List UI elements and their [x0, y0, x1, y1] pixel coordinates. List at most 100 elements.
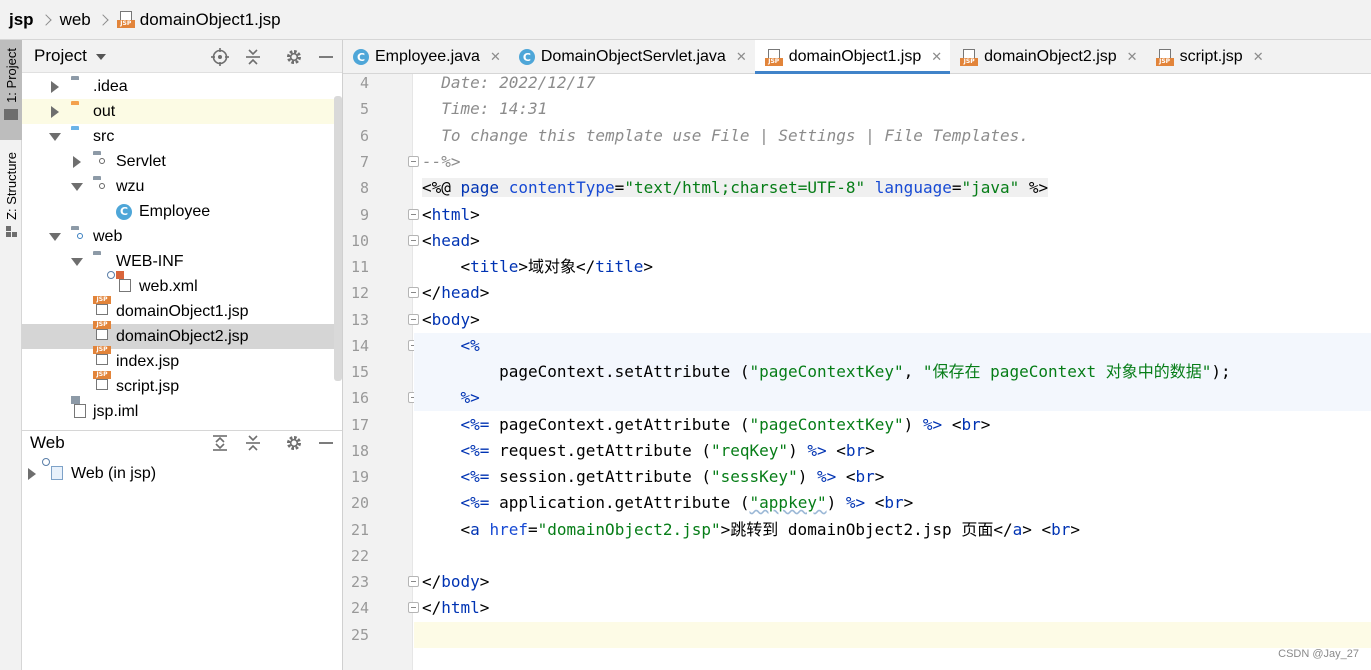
- code-token: </: [422, 572, 442, 591]
- tree-item-domainobject1[interactable]: JSP domainObject1.jsp: [22, 295, 343, 324]
- code-token: %>: [845, 493, 866, 512]
- locate-target-icon[interactable]: [210, 47, 230, 67]
- code-token: head: [441, 283, 480, 302]
- expand-arrow-icon[interactable]: [26, 467, 38, 480]
- collapse-arrow-icon[interactable]: [71, 256, 83, 268]
- tree-item-servlet[interactable]: Servlet: [22, 149, 343, 174]
- tree-item-label: script.jsp: [116, 377, 180, 395]
- code-token: <: [422, 310, 432, 329]
- tree-item-label: domainObject1.jsp: [116, 302, 249, 320]
- gear-icon[interactable]: [284, 47, 304, 67]
- fold-marker-icon[interactable]: [408, 209, 419, 220]
- code-token: <%=: [422, 415, 490, 434]
- tab-domainobject2-jsp[interactable]: JSP domainObject2.jsp ✕: [950, 40, 1145, 74]
- expand-arrow-icon[interactable]: [71, 155, 83, 168]
- tree-item-label: index.jsp: [116, 352, 180, 370]
- code-token: %>: [922, 415, 943, 434]
- breadcrumb-project[interactable]: jsp: [9, 10, 34, 30]
- collapse-arrow-icon[interactable]: [71, 181, 83, 193]
- code-token: <: [836, 467, 856, 486]
- code-line-11: <title>域对象</title>: [422, 254, 654, 280]
- tree-item-web-inf[interactable]: WEB-INF: [22, 249, 343, 274]
- fold-marker-icon[interactable]: [408, 156, 419, 167]
- scriptlet-highlight: [414, 333, 1371, 359]
- code-line-15: pageContext.setAttribute ("pageContextKe…: [422, 359, 1231, 385]
- project-panel: Project .idea out src Servlet wzu C Empl…: [22, 40, 343, 430]
- code-token: ): [903, 415, 923, 434]
- close-icon[interactable]: ✕: [736, 49, 747, 65]
- tree-item-employee[interactable]: C Employee: [22, 199, 343, 224]
- close-icon[interactable]: ✕: [1127, 49, 1138, 65]
- close-icon[interactable]: ✕: [490, 49, 501, 65]
- tree-item-web[interactable]: web: [22, 224, 343, 249]
- tab-script-jsp[interactable]: JSP script.jsp ✕: [1146, 40, 1272, 74]
- tree-item-domainobject2[interactable]: JSP domainObject2.jsp: [22, 320, 343, 349]
- collapse-all-icon[interactable]: [243, 433, 263, 453]
- expand-all-icon[interactable]: [210, 433, 230, 453]
- code-editor[interactable]: 4 5 6 7 8 9 10 11 12 13 14 15 16 17 18 1…: [343, 74, 1371, 670]
- collapse-arrow-icon[interactable]: [49, 131, 61, 143]
- tree-item-idea[interactable]: .idea: [22, 74, 343, 99]
- expand-arrow-icon[interactable]: [49, 105, 61, 118]
- code-token: > <: [1022, 520, 1052, 539]
- folder-orange-icon: [71, 104, 89, 120]
- tool-window-strip: 1: Project Z: Structure: [0, 40, 22, 670]
- dropdown-arrow-icon[interactable]: [95, 54, 106, 60]
- tab-employee-java[interactable]: C Employee.java ✕: [343, 40, 509, 74]
- code-token: "sessKey": [711, 467, 798, 486]
- tree-item-wzu[interactable]: wzu: [22, 174, 343, 199]
- code-line-6: To change this template use File | Setti…: [422, 126, 1029, 145]
- structure-tool-tab-label: Z: Structure: [3, 152, 19, 220]
- collapse-all-icon[interactable]: [243, 47, 263, 67]
- fold-marker-icon[interactable]: [408, 235, 419, 246]
- line-number: 23: [350, 573, 369, 591]
- code-line-12: </head>: [422, 280, 489, 306]
- tree-item-label: Servlet: [116, 152, 166, 170]
- tree-item-web-xml[interactable]: web.xml: [22, 270, 343, 299]
- line-number: 20: [350, 494, 369, 512]
- line-number: 16: [350, 389, 369, 407]
- minimize-icon[interactable]: [316, 433, 336, 453]
- editor-tab-bar: C Employee.java ✕ C DomainObjectServlet.…: [343, 40, 1371, 75]
- code-token: <: [826, 441, 846, 460]
- close-icon[interactable]: ✕: [1253, 49, 1264, 65]
- line-number: 21: [350, 521, 369, 539]
- code-token: ,: [903, 362, 923, 381]
- fold-marker-icon[interactable]: [408, 602, 419, 613]
- minimize-icon[interactable]: [316, 47, 336, 67]
- fold-marker-icon[interactable]: [408, 287, 419, 298]
- web-tree-item[interactable]: Web (in jsp): [22, 457, 343, 486]
- tree-item-src[interactable]: src: [22, 124, 343, 149]
- expand-arrow-icon[interactable]: [49, 80, 61, 93]
- tree-scrollbar[interactable]: [334, 96, 342, 381]
- project-tool-tab[interactable]: 1: Project: [0, 40, 22, 140]
- line-number: 25: [350, 626, 369, 644]
- close-icon[interactable]: ✕: [931, 49, 942, 65]
- breadcrumb-folder[interactable]: web: [60, 10, 91, 30]
- code-token: >: [479, 283, 490, 302]
- folder-icon: [93, 254, 111, 270]
- tab-domainobject1-jsp[interactable]: JSP domainObject1.jsp ✕: [754, 40, 951, 75]
- tree-item-label: Employee: [139, 202, 211, 220]
- code-token: "text/html;charset=UTF-8": [624, 178, 866, 197]
- fold-marker-icon[interactable]: [408, 314, 419, 325]
- code-token: application.getAttribute (: [489, 493, 750, 512]
- tab-domainobjectservlet-java[interactable]: C DomainObjectServlet.java ✕: [509, 40, 755, 74]
- collapse-arrow-icon[interactable]: [49, 231, 61, 243]
- fold-marker-icon[interactable]: [408, 576, 419, 587]
- code-line-10: <head>: [422, 228, 480, 254]
- package-icon: [93, 154, 111, 170]
- tree-item-out[interactable]: out: [22, 99, 343, 124]
- code-line-4: Date: 2022/12/17: [422, 74, 596, 92]
- code-token: %>: [816, 467, 837, 486]
- scriptlet-highlight: [414, 385, 1371, 411]
- code-token: >: [643, 257, 654, 276]
- structure-tool-tab[interactable]: Z: Structure: [0, 152, 22, 252]
- breadcrumb-file[interactable]: JSP domainObject1.jsp: [116, 10, 281, 30]
- gear-icon[interactable]: [284, 433, 304, 453]
- code-token: a: [1012, 520, 1023, 539]
- project-view-selector[interactable]: Project: [34, 46, 87, 66]
- tree-item-jsp-iml[interactable]: jsp.iml: [22, 395, 343, 424]
- line-number: 24: [350, 599, 369, 617]
- tree-item-index-jsp[interactable]: JSP index.jsp: [22, 345, 343, 374]
